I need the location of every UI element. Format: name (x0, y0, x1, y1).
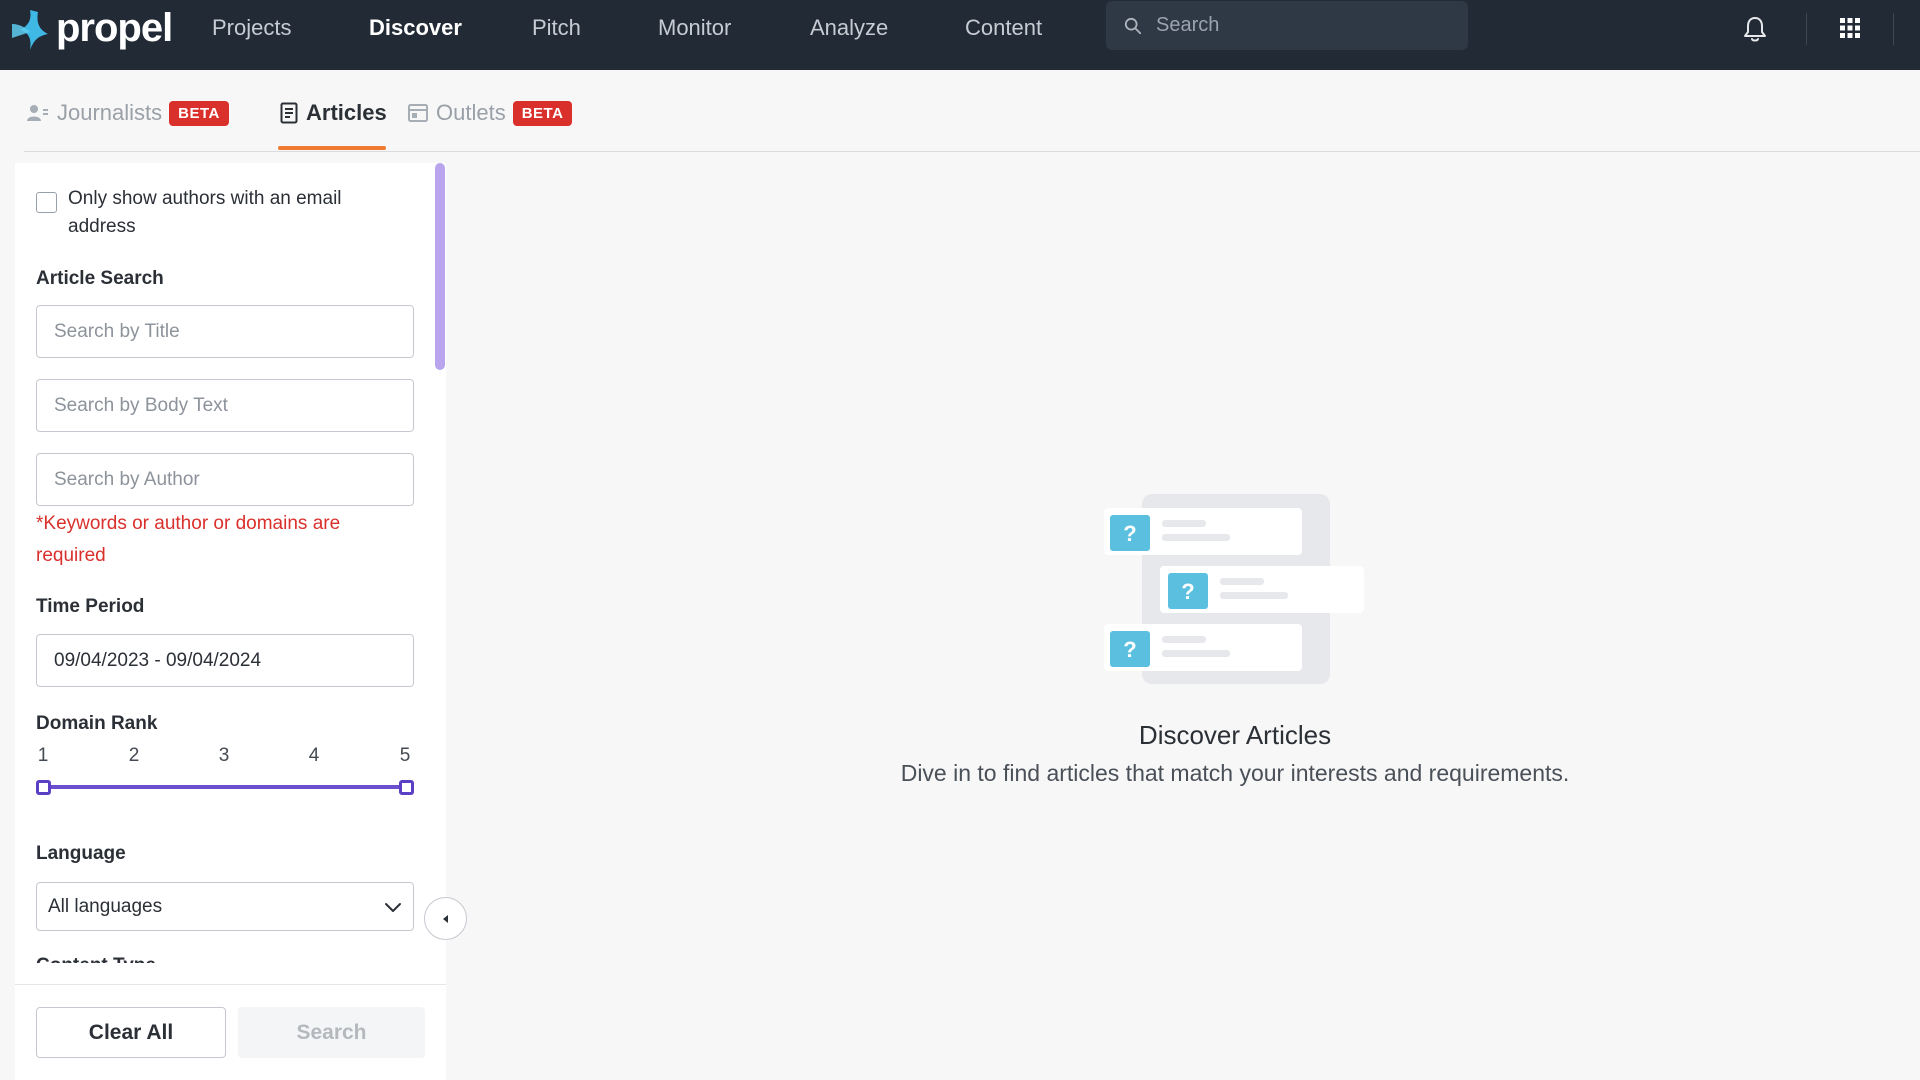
tabs-divider (24, 151, 1920, 152)
rank-tick: 1 (37, 745, 49, 766)
tab-articles[interactable]: Articles (280, 98, 387, 128)
empty-state-title: Discover Articles (1138, 720, 1332, 750)
email-only-label: Only show authors with an email address (68, 188, 342, 237)
domain-rank-ticks: 1 2 3 4 5 (36, 745, 414, 769)
global-search[interactable] (1106, 1, 1468, 50)
rank-tick: 4 (308, 745, 320, 766)
svg-text:?: ? (1123, 637, 1136, 662)
time-period-title: Time Period (36, 596, 145, 617)
search-error-message: *Keywords or author or domains are requi… (36, 513, 341, 566)
beta-badge: BETA (169, 100, 229, 126)
article-search-title: Article Search (36, 268, 164, 289)
language-title: Language (36, 843, 126, 864)
nav-item-discover[interactable]: Discover (369, 0, 462, 56)
domain-rank-title: Domain Rank (36, 713, 158, 734)
nav-item-analyze[interactable]: Analyze (810, 0, 888, 56)
tab-journalists[interactable]: Journalists BETA (27, 98, 229, 128)
top-navbar: propel Projects Discover Pitch Monitor A… (0, 0, 1920, 70)
title-search-input[interactable] (54, 320, 413, 343)
chevron-left-icon (442, 914, 448, 923)
content-type-title: Content Type (36, 954, 156, 963)
tab-outlets[interactable]: Outlets BETA (408, 98, 573, 128)
grid-icon[interactable] (1840, 18, 1860, 38)
nav-item-pitch[interactable]: Pitch (532, 0, 581, 56)
article-icon (280, 102, 298, 124)
body-search-input[interactable] (54, 394, 413, 417)
nav-item-monitor[interactable]: Monitor (658, 0, 731, 56)
email-only-checkbox[interactable] (36, 192, 57, 213)
discover-subtabs: Journalists BETA Articles Outlets BETA (0, 70, 1920, 152)
rank-tick: 5 (399, 745, 411, 766)
clear-all-button[interactable]: Clear All (36, 1007, 226, 1058)
slider-track (42, 785, 408, 789)
time-period-input[interactable] (54, 649, 413, 672)
nav-item-content[interactable]: Content (965, 0, 1042, 56)
domain-rank-slider[interactable] (36, 777, 414, 797)
author-search-field[interactable] (36, 453, 414, 506)
active-tab-indicator (278, 146, 386, 150)
language-select-value: All languages (48, 895, 163, 917)
filter-panel: Only show authors with an email address … (15, 163, 446, 1080)
tab-journalists-label: Journalists (57, 100, 163, 125)
email-only-filter[interactable]: Only show authors with an email address (36, 185, 378, 241)
rank-tick: 3 (218, 745, 230, 766)
outlet-icon (408, 104, 428, 122)
collapse-panel-button[interactable] (424, 897, 467, 940)
beta-badge: BETA (512, 100, 573, 126)
time-period-field[interactable] (36, 634, 414, 687)
nav-divider (1893, 13, 1894, 45)
svg-text:?: ? (1181, 579, 1194, 604)
nav-item-projects[interactable]: Projects (212, 0, 291, 56)
journalist-icon (27, 105, 48, 121)
nav-divider (1806, 13, 1807, 45)
brand-logo[interactable]: propel (8, 5, 173, 54)
slider-min-handle[interactable] (36, 780, 51, 795)
search-button[interactable]: Search (238, 1007, 425, 1058)
filter-actions: Clear All Search (15, 984, 446, 1080)
tab-outlets-label: Outlets (436, 100, 506, 125)
rank-tick: 2 (128, 745, 140, 766)
svg-text:?: ? (1123, 521, 1136, 546)
chevron-down-icon (385, 903, 401, 912)
empty-state-description: Dive in to find articles that match your… (900, 760, 1570, 786)
tab-articles-label: Articles (306, 100, 387, 125)
bell-icon[interactable] (1742, 15, 1768, 43)
filter-scrollbar[interactable] (435, 163, 445, 370)
language-select[interactable]: All languages (36, 882, 414, 931)
body-search-field[interactable] (36, 379, 414, 432)
search-icon (1124, 17, 1142, 34)
empty-state-illustration: ? ? ? (1104, 494, 1364, 684)
brand-name: propel (56, 5, 173, 50)
slider-max-handle[interactable] (399, 780, 414, 795)
global-search-input[interactable] (1156, 14, 1456, 37)
propel-logo-icon (12, 10, 48, 50)
author-search-input[interactable] (54, 468, 413, 491)
filter-scroll-area[interactable]: Only show authors with an email address … (15, 163, 446, 963)
title-search-field[interactable] (36, 305, 414, 358)
